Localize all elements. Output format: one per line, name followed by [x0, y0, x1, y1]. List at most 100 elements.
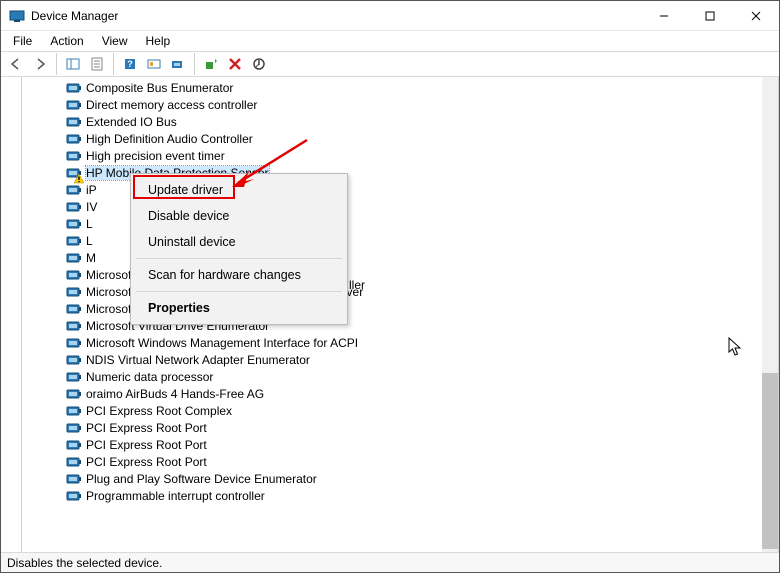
device-node[interactable]: NDIS Virtual Network Adapter Enumerator [26, 351, 762, 368]
device-node[interactable]: Direct memory access controller [26, 96, 762, 113]
device-node[interactable]: High Definition Audio Controller [26, 130, 762, 147]
minimize-button[interactable] [641, 1, 687, 31]
menu-help[interactable]: Help [138, 32, 179, 50]
device-icon [66, 386, 82, 402]
device-node[interactable]: Programmable interrupt controller [26, 487, 762, 504]
device-icon [66, 420, 82, 436]
update-driver-button[interactable] [200, 53, 222, 75]
device-icon [66, 284, 82, 300]
device-label: IV [86, 200, 97, 214]
device-icon [66, 369, 82, 385]
device-node[interactable]: PCI Express Root Port [26, 419, 762, 436]
device-node[interactable]: Microsoft Windows Management Interface f… [26, 334, 762, 351]
device-node[interactable]: oraimo AirBuds 4 Hands-Free AG [26, 385, 762, 402]
device-node[interactable]: Numeric data processor [26, 368, 762, 385]
device-label: High precision event timer [86, 149, 225, 163]
device-label: PCI Express Root Complex [86, 404, 232, 418]
device-icon [66, 114, 82, 130]
action-button[interactable] [143, 53, 165, 75]
content-area: Composite Bus Enumerator Direct memory ac… [1, 77, 779, 552]
device-icon [66, 216, 82, 232]
device-icon [66, 437, 82, 453]
help-button[interactable]: ? [119, 53, 141, 75]
device-label: Programmable interrupt controller [86, 489, 265, 503]
menubar: File Action View Help [1, 31, 779, 51]
device-node[interactable]: Extended IO Bus [26, 113, 762, 130]
device-label: iP [86, 183, 97, 197]
scan-hardware-button[interactable] [167, 53, 189, 75]
device-node[interactable]: Plug and Play Software Device Enumerator [26, 470, 762, 487]
device-label: Plug and Play Software Device Enumerator [86, 472, 317, 486]
device-icon [66, 233, 82, 249]
ctx-separator [136, 258, 342, 259]
device-icon [66, 182, 82, 198]
titlebar: Device Manager [1, 1, 779, 31]
device-icon [66, 250, 82, 266]
vertical-scrollbar[interactable] [762, 77, 778, 552]
device-label: Composite Bus Enumerator [86, 81, 233, 95]
disable-device-button[interactable] [248, 53, 270, 75]
device-node[interactable]: PCI Express Root Complex [26, 402, 762, 419]
obscured-label-fragment: ller [349, 278, 365, 292]
forward-button[interactable] [29, 53, 51, 75]
device-icon [66, 318, 82, 334]
device-label: L [86, 234, 93, 248]
device-icon [66, 97, 82, 113]
device-label: NDIS Virtual Network Adapter Enumerator [86, 353, 310, 367]
ctx-uninstall-device[interactable]: Uninstall device [134, 229, 344, 255]
device-label: oraimo AirBuds 4 Hands-Free AG [86, 387, 264, 401]
toolbar-separator [194, 53, 195, 75]
device-icon [66, 471, 82, 487]
device-label: Extended IO Bus [86, 115, 177, 129]
svg-text:?: ? [127, 59, 133, 69]
device-icon [66, 199, 82, 215]
device-icon [66, 148, 82, 164]
uninstall-device-button[interactable] [224, 53, 246, 75]
statusbar-text: Disables the selected device. [7, 556, 162, 570]
device-icon [66, 301, 82, 317]
device-node[interactable]: Composite Bus Enumerator [26, 79, 762, 96]
device-icon [66, 454, 82, 470]
statusbar: Disables the selected device. [1, 552, 779, 572]
device-icon [66, 403, 82, 419]
toolbar-separator [113, 53, 114, 75]
device-icon [66, 335, 82, 351]
device-label: Direct memory access controller [86, 98, 257, 112]
device-label: PCI Express Root Port [86, 421, 207, 435]
device-icon [66, 165, 82, 181]
ctx-scan-hardware[interactable]: Scan for hardware changes [134, 262, 344, 288]
device-icon [66, 267, 82, 283]
menu-action[interactable]: Action [42, 32, 91, 50]
device-icon [66, 80, 82, 96]
device-label: M [86, 251, 96, 265]
ctx-separator [136, 291, 342, 292]
device-icon [66, 131, 82, 147]
scrollbar-thumb[interactable] [762, 373, 778, 549]
device-icon [66, 352, 82, 368]
ctx-disable-device[interactable]: Disable device [134, 203, 344, 229]
maximize-button[interactable] [687, 1, 733, 31]
left-gutter [1, 77, 21, 552]
device-label: PCI Express Root Port [86, 438, 207, 452]
toolbar-separator [56, 53, 57, 75]
device-label: PCI Express Root Port [86, 455, 207, 469]
device-label: Microsoft Windows Management Interface f… [86, 336, 358, 350]
device-manager-window: Device Manager File Action View Help ? C… [0, 0, 780, 573]
app-icon [9, 8, 25, 24]
close-button[interactable] [733, 1, 779, 31]
device-node[interactable]: PCI Express Root Port [26, 453, 762, 470]
ctx-update-driver[interactable]: Update driver [134, 177, 344, 203]
show-hide-tree-button[interactable] [62, 53, 84, 75]
device-node[interactable]: PCI Express Root Port [26, 436, 762, 453]
menu-view[interactable]: View [94, 32, 136, 50]
properties-button[interactable] [86, 53, 108, 75]
tree-container: Composite Bus Enumerator Direct memory ac… [21, 77, 779, 552]
menu-file[interactable]: File [5, 32, 40, 50]
ctx-properties[interactable]: Properties [134, 295, 344, 321]
back-button[interactable] [5, 53, 27, 75]
context-menu: Update driver Disable device Uninstall d… [130, 173, 348, 325]
device-node[interactable]: High precision event timer [26, 147, 762, 164]
toolbar: ? [1, 51, 779, 77]
device-label: High Definition Audio Controller [86, 132, 253, 146]
device-label: Numeric data processor [86, 370, 213, 384]
